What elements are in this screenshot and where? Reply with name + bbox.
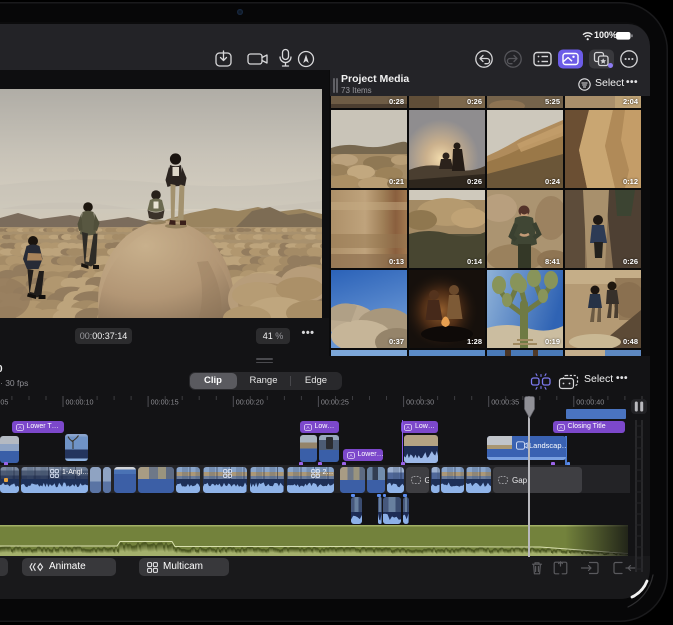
svg-text:00:00:15: 00:00:15	[151, 398, 179, 407]
svg-text:00:00:10: 00:00:10	[66, 398, 94, 407]
svg-text:00:00:05: 00:00:05	[0, 398, 8, 407]
svg-text:00:00:20: 00:00:20	[236, 398, 264, 407]
svg-text:00:00:40: 00:00:40	[576, 398, 604, 407]
svg-text:00:00:35: 00:00:35	[491, 398, 519, 407]
svg-text:00:00:25: 00:00:25	[321, 398, 349, 407]
svg-text:00:00:30: 00:00:30	[406, 398, 434, 407]
